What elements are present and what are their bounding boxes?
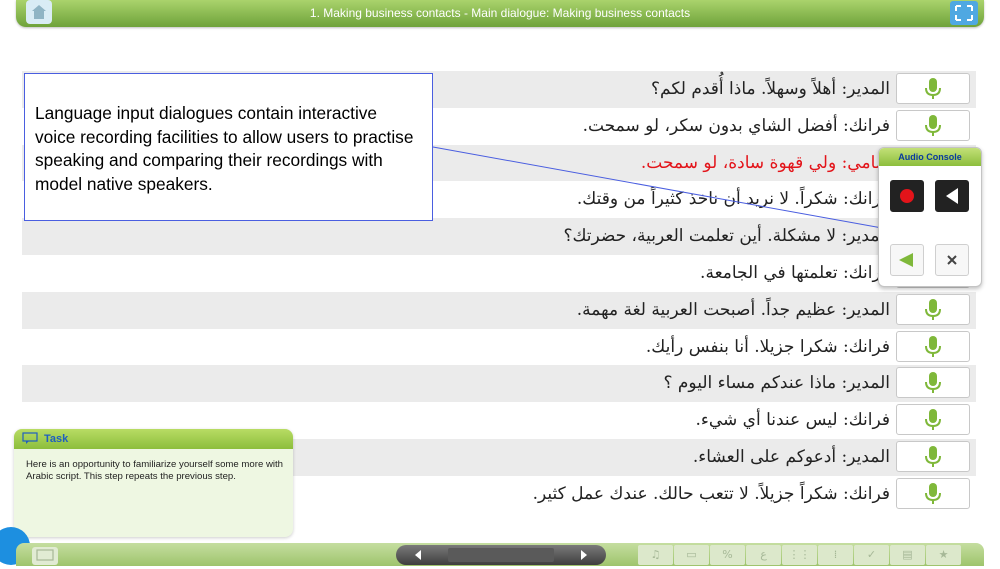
audio-console: Audio Console — [878, 147, 982, 287]
page-indicator — [448, 548, 554, 562]
task-title: Task — [44, 433, 69, 445]
tool-button[interactable]: ⋮⋮ — [782, 545, 817, 565]
navigation-pill — [396, 545, 606, 565]
speaker-button[interactable] — [890, 244, 924, 276]
tool-button[interactable]: % — [710, 545, 745, 565]
close-button[interactable] — [935, 244, 969, 276]
tool-button[interactable]: ▭ — [674, 545, 709, 565]
comment-button[interactable] — [32, 547, 58, 565]
arrow-right-icon — [581, 550, 587, 560]
prev-button[interactable] — [396, 545, 440, 565]
tool-button[interactable]: ★ — [926, 545, 961, 565]
task-header: Task — [14, 429, 293, 449]
callout-text: Language input dialogues contain interac… — [35, 103, 414, 194]
record-button[interactable] — [890, 180, 924, 212]
close-icon — [947, 255, 957, 265]
speaker-icon — [899, 253, 913, 267]
play-button[interactable] — [935, 180, 969, 212]
comment-icon — [36, 549, 54, 561]
tool-buttons: ♫ ▭% ﻉ ⋮⋮ ⁞ ✓ ▤ ★ — [638, 545, 961, 565]
play-icon — [946, 188, 958, 204]
audio-console-title: Audio Console — [879, 148, 981, 166]
chat-bubble-icon — [22, 432, 38, 444]
tool-button[interactable]: ✓ — [854, 545, 889, 565]
record-icon — [900, 189, 914, 203]
next-button[interactable] — [562, 545, 606, 565]
task-panel: Task Here is an opportunity to familiari… — [14, 429, 293, 537]
tool-button[interactable]: ⁞ — [818, 545, 853, 565]
task-text: Here is an opportunity to familiarize yo… — [26, 459, 284, 482]
tool-button[interactable]: ﻉ — [746, 545, 781, 565]
info-callout: Language input dialogues contain interac… — [24, 73, 433, 221]
tool-button[interactable]: ♫ — [638, 545, 673, 565]
bottom-toolbar: ♫ ▭% ﻉ ⋮⋮ ⁞ ✓ ▤ ★ — [16, 543, 984, 566]
tool-button[interactable]: ▤ — [890, 545, 925, 565]
arrow-left-icon — [415, 550, 421, 560]
